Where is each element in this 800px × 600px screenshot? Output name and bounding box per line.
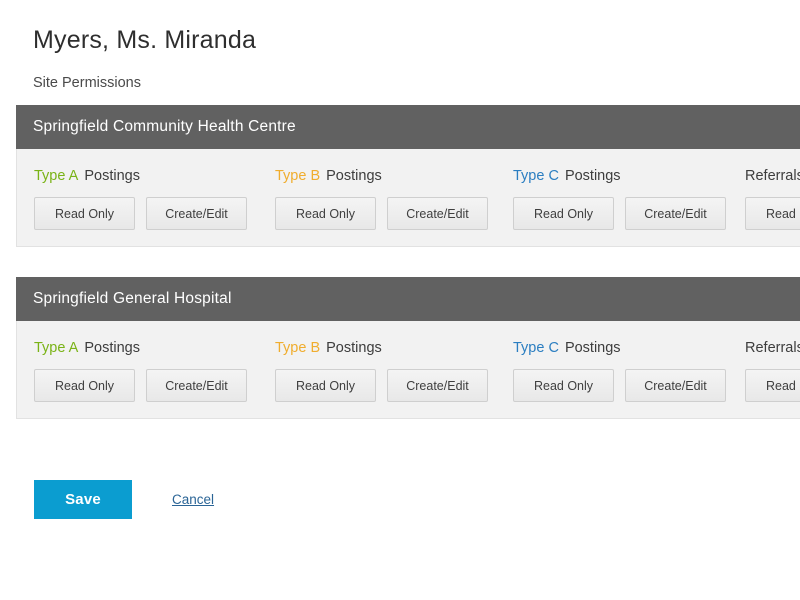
permission-type-label: Type B <box>275 168 321 184</box>
permission-group: Type C Postings Read Only Create/Edit <box>513 321 753 402</box>
create-edit-button[interactable]: Create/Edit <box>387 197 488 230</box>
site-panel-body: Type A Postings Read Only Create/Edit Typ… <box>16 321 800 419</box>
permission-kind-label: Postings <box>326 168 382 184</box>
page-subtitle: Site Permissions <box>33 75 141 91</box>
permission-button-row: Read Only Create/Edit <box>34 369 274 402</box>
permission-group: Type A Postings Read Only Create/Edit <box>34 149 274 230</box>
site-permissions-page: Myers, Ms. Miranda Site Permissions Spri… <box>0 0 800 600</box>
read-only-button[interactable]: Read Only <box>275 369 376 402</box>
permission-button-row: Read Only Create/Edit <box>513 197 753 230</box>
create-edit-button[interactable]: Create/Edit <box>625 197 726 230</box>
permission-group: Type C Postings Read Only Create/Edit <box>513 149 753 230</box>
site-panel: Springfield General Hospital Type A Posti… <box>16 277 800 419</box>
read-only-button[interactable]: Read Only <box>745 369 800 402</box>
permission-kind-label: Referrals <box>745 168 800 184</box>
read-only-button[interactable]: Read Only <box>34 369 135 402</box>
permission-kind-label: Postings <box>564 340 621 356</box>
create-edit-button[interactable]: Create/Edit <box>146 369 247 402</box>
permission-group-label: Type B Postings <box>275 340 515 356</box>
permission-button-row: Read Only Create/Edit <box>275 197 515 230</box>
permission-kind-label: Postings <box>326 340 382 356</box>
permission-type-label: Type C <box>513 340 559 356</box>
read-only-button[interactable]: Read Only <box>745 197 800 230</box>
site-panel: Springfield Community Health Centre Type… <box>16 105 800 247</box>
read-only-button[interactable]: Read Only <box>275 197 376 230</box>
cancel-link[interactable]: Cancel <box>172 492 214 507</box>
permission-type-label: Type A <box>34 168 79 184</box>
site-panel-header: Springfield Community Health Centre <box>16 105 800 149</box>
permission-group: Type A Postings Read Only Create/Edit <box>34 321 274 402</box>
permission-group: Referrals Read Only Create/Edit <box>745 321 800 402</box>
permission-kind-label: Postings <box>84 168 140 184</box>
site-name: Springfield General Hospital <box>33 290 232 307</box>
permission-type-label: Type A <box>34 340 79 356</box>
create-edit-button[interactable]: Create/Edit <box>387 369 488 402</box>
site-name: Springfield Community Health Centre <box>33 118 296 135</box>
permission-type-label: Type C <box>513 168 559 184</box>
permission-button-row: Read Only Create/Edit <box>745 197 800 230</box>
page-title: Myers, Ms. Miranda <box>33 26 257 54</box>
permission-group-label: Type B Postings <box>275 168 515 184</box>
permission-button-row: Read Only Create/Edit <box>745 369 800 402</box>
permission-kind-label: Postings <box>84 340 140 356</box>
permission-button-row: Read Only Create/Edit <box>513 369 753 402</box>
permission-group-label: Referrals <box>745 168 800 184</box>
permission-group: Type B Postings Read Only Create/Edit <box>275 321 515 402</box>
permission-button-row: Read Only Create/Edit <box>275 369 515 402</box>
permission-group-label: Type A Postings <box>34 340 274 356</box>
permission-group: Type B Postings Read Only Create/Edit <box>275 149 515 230</box>
save-button[interactable]: Save <box>34 480 132 519</box>
site-panel-body: Type A Postings Read Only Create/Edit Typ… <box>16 149 800 247</box>
permission-type-label: Type B <box>275 340 321 356</box>
permission-group-label: Type C Postings <box>513 340 753 356</box>
create-edit-button[interactable]: Create/Edit <box>146 197 247 230</box>
permission-kind-label: Referrals <box>745 340 800 356</box>
read-only-button[interactable]: Read Only <box>34 197 135 230</box>
permission-kind-label: Postings <box>564 168 621 184</box>
read-only-button[interactable]: Read Only <box>513 369 614 402</box>
site-panel-header: Springfield General Hospital <box>16 277 800 321</box>
permission-group-label: Type C Postings <box>513 168 753 184</box>
read-only-button[interactable]: Read Only <box>513 197 614 230</box>
permission-group-label: Type A Postings <box>34 168 274 184</box>
create-edit-button[interactable]: Create/Edit <box>625 369 726 402</box>
permission-group: Referrals Read Only Create/Edit <box>745 149 800 230</box>
form-actions: Save Cancel <box>34 480 214 519</box>
permission-button-row: Read Only Create/Edit <box>34 197 274 230</box>
permission-group-label: Referrals <box>745 340 800 356</box>
